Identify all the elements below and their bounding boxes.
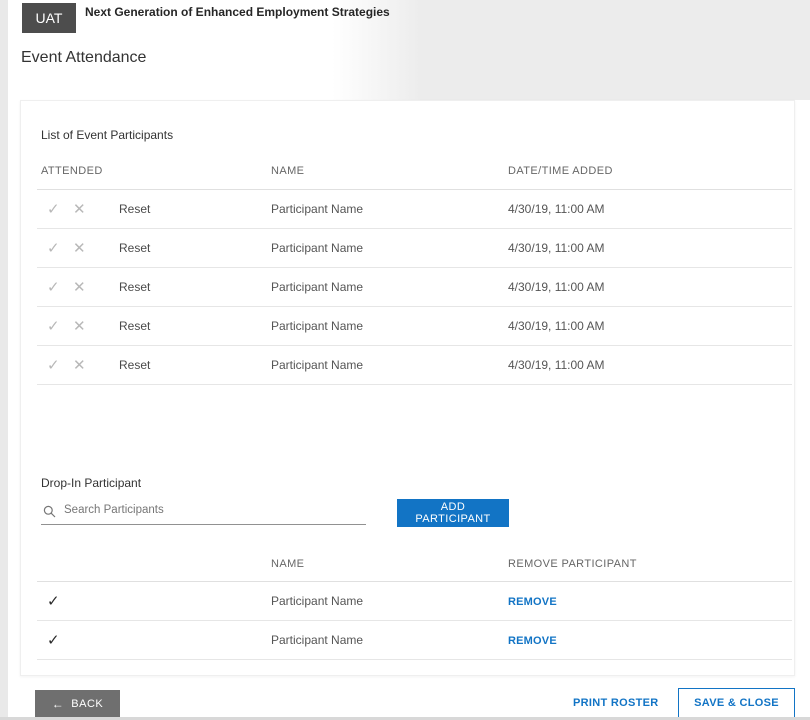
date-added: 4/30/19, 11:00 AM xyxy=(508,319,792,333)
date-added: 4/30/19, 11:00 AM xyxy=(508,241,792,255)
table-row: ✓ Participant Name REMOVE xyxy=(37,621,792,660)
table-row: ✓ ✕ Reset Participant Name 4/30/19, 11:0… xyxy=(37,229,792,268)
event-attendance-card: List of Event Participants ATTENDED NAME… xyxy=(20,100,795,676)
page-title: Event Attendance xyxy=(21,49,146,67)
app-title: Next Generation of Enhanced Employment S… xyxy=(85,5,390,19)
attended-check-icon[interactable]: ✓ xyxy=(47,278,63,296)
date-added: 4/30/19, 11:00 AM xyxy=(508,280,792,294)
environment-badge: UAT xyxy=(22,3,76,33)
attended-marker-cell: ✓ xyxy=(37,631,271,649)
remove-link[interactable]: REMOVE xyxy=(508,596,557,608)
participant-name: Participant Name xyxy=(271,202,508,216)
table-row: ✓ ✕ Reset Participant Name 4/30/19, 11:0… xyxy=(37,190,792,229)
environment-badge-label: UAT xyxy=(36,10,63,26)
participant-search-box[interactable] xyxy=(41,498,366,525)
attended-marker-cell: ✓ xyxy=(37,592,271,610)
attended-cross-icon[interactable]: ✕ xyxy=(73,317,89,335)
attended-check-icon[interactable]: ✓ xyxy=(47,356,63,374)
participant-name: Participant Name xyxy=(271,358,508,372)
remove-link[interactable]: REMOVE xyxy=(508,635,557,647)
column-header-attended: ATTENDED xyxy=(37,165,271,177)
attended-cross-icon[interactable]: ✕ xyxy=(73,356,89,374)
attended-cell: ✓ ✕ Reset xyxy=(37,317,271,335)
search-participants-input[interactable] xyxy=(56,504,366,518)
participants-table: ATTENDED NAME DATE/TIME ADDED ✓ ✕ Reset … xyxy=(37,152,792,385)
attended-check-icon[interactable]: ✓ xyxy=(47,200,63,218)
dropin-search-row: ADD PARTICIPANT xyxy=(41,498,794,527)
reset-link[interactable]: Reset xyxy=(119,319,150,333)
attended-cross-icon[interactable]: ✕ xyxy=(73,239,89,257)
participant-name: Participant Name xyxy=(271,241,508,255)
participant-name: Participant Name xyxy=(271,280,508,294)
add-participant-button[interactable]: ADD PARTICIPANT xyxy=(397,499,509,527)
search-icon xyxy=(43,505,56,518)
attended-cell: ✓ ✕ Reset xyxy=(37,356,271,374)
attended-check-icon: ✓ xyxy=(47,592,63,610)
participant-name: Participant Name xyxy=(271,633,508,647)
attended-check-icon[interactable]: ✓ xyxy=(47,239,63,257)
attended-cell: ✓ ✕ Reset xyxy=(37,239,271,257)
attended-cell: ✓ ✕ Reset xyxy=(37,200,271,218)
attended-cross-icon[interactable]: ✕ xyxy=(73,278,89,296)
participant-name: Participant Name xyxy=(271,594,508,608)
back-button[interactable]: ← BACK xyxy=(35,690,120,717)
back-arrow-icon: ← xyxy=(52,697,65,711)
table-row: ✓ ✕ Reset Participant Name 4/30/19, 11:0… xyxy=(37,268,792,307)
save-close-button[interactable]: SAVE & CLOSE xyxy=(678,688,795,718)
attended-check-icon: ✓ xyxy=(47,631,63,649)
participants-table-header: ATTENDED NAME DATE/TIME ADDED xyxy=(37,152,792,190)
reset-link[interactable]: Reset xyxy=(119,358,150,372)
participants-section-title: List of Event Participants xyxy=(41,128,794,142)
column-header-name: NAME xyxy=(271,558,508,570)
date-added: 4/30/19, 11:00 AM xyxy=(508,358,792,372)
back-button-label: BACK xyxy=(71,698,103,710)
reset-link[interactable]: Reset xyxy=(119,241,150,255)
participant-name: Participant Name xyxy=(271,319,508,333)
reset-link[interactable]: Reset xyxy=(119,202,150,216)
attended-cross-icon[interactable]: ✕ xyxy=(73,200,89,218)
dropin-table: NAME REMOVE PARTICIPANT ✓ Participant Na… xyxy=(37,546,792,660)
dropin-table-header: NAME REMOVE PARTICIPANT xyxy=(37,546,792,582)
column-header-name: NAME xyxy=(271,165,508,177)
dropin-section-title: Drop-In Participant xyxy=(41,476,794,490)
column-header-date-added: DATE/TIME ADDED xyxy=(508,165,792,177)
table-row: ✓ ✕ Reset Participant Name 4/30/19, 11:0… xyxy=(37,346,792,385)
reset-link[interactable]: Reset xyxy=(119,280,150,294)
table-row: ✓ Participant Name REMOVE xyxy=(37,582,792,621)
column-header-remove: REMOVE PARTICIPANT xyxy=(508,558,792,570)
attended-cell: ✓ ✕ Reset xyxy=(37,278,271,296)
attended-check-icon[interactable]: ✓ xyxy=(47,317,63,335)
print-roster-link[interactable]: PRINT ROSTER xyxy=(573,697,659,709)
left-gutter-strip xyxy=(0,0,8,720)
date-added: 4/30/19, 11:00 AM xyxy=(508,202,792,216)
table-row: ✓ ✕ Reset Participant Name 4/30/19, 11:0… xyxy=(37,307,792,346)
